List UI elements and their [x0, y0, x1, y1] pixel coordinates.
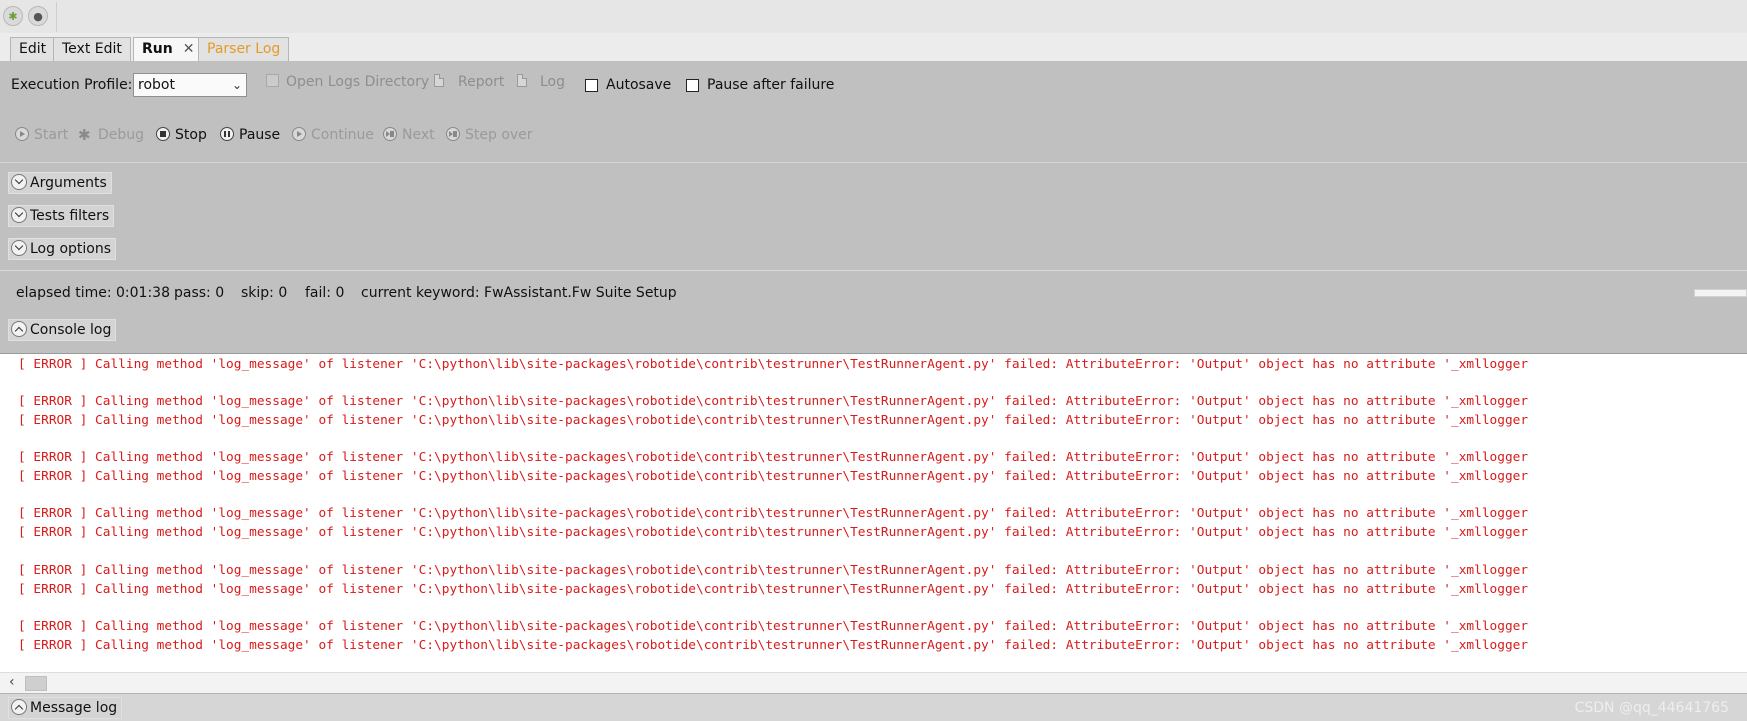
next-label: Next: [402, 127, 435, 143]
tests-filters-label: Tests filters: [30, 208, 110, 224]
pause-label: Pause: [239, 127, 281, 143]
message-log-label: Message log: [30, 700, 118, 716]
expand-chevron-icon: [11, 174, 27, 190]
toolbar-divider: [56, 2, 57, 32]
elapsed-time: elapsed time: 0:01:38: [16, 285, 170, 301]
open-logs-directory-button[interactable]: Open Logs Directory: [286, 73, 429, 91]
tab-text-edit[interactable]: Text Edit: [53, 37, 131, 61]
continue-label: Continue: [311, 127, 374, 143]
horizontal-scrollbar[interactable]: ‹: [0, 672, 1747, 693]
debug-gear-icon: ✱: [78, 126, 91, 144]
log-options-toggle[interactable]: Log options: [8, 238, 117, 260]
skip-count: skip: 0: [241, 285, 288, 301]
tab-run-label: Run: [142, 41, 173, 57]
section-divider: [0, 270, 1747, 271]
pause-after-failure-checkbox[interactable]: [686, 79, 699, 92]
tab-strip: Edit Text Edit Run ✕ Parser Log: [0, 33, 1747, 62]
execution-profile-value: robot: [138, 77, 175, 93]
tab-edit-label: Edit: [19, 41, 47, 57]
console-line: [ ERROR ] Calling method 'log_message' o…: [18, 450, 1529, 465]
log-button[interactable]: Log: [540, 73, 565, 91]
tab-text-edit-label: Text Edit: [62, 41, 122, 57]
console-log-label: Console log: [30, 322, 112, 338]
console-line: [ ERROR ] Calling method 'log_message' o…: [18, 469, 1529, 484]
stop-icon: [156, 127, 170, 141]
console-line: [ ERROR ] Calling method 'log_message' o…: [18, 619, 1529, 634]
tab-parser-log[interactable]: Parser Log: [198, 37, 290, 61]
log-options-label: Log options: [30, 241, 112, 257]
tab-run[interactable]: Run ✕: [133, 37, 204, 62]
top-toolbar: ✱ ●: [0, 0, 1747, 34]
autosave-label: Autosave: [606, 77, 672, 93]
fail-count: fail: 0: [305, 285, 345, 301]
execution-profile-row: Execution Profile: robot ⌄ Open Logs Dir…: [0, 61, 1747, 109]
step-over-button[interactable]: Step over: [446, 126, 533, 144]
tests-filters-toggle[interactable]: Tests filters: [8, 205, 115, 227]
pause-icon: [220, 127, 234, 141]
report-button[interactable]: Report: [458, 73, 504, 91]
arguments-label: Arguments: [30, 175, 107, 191]
expand-chevron-icon: [11, 240, 27, 256]
autosave-checkbox[interactable]: [585, 79, 598, 92]
play-icon: [15, 127, 29, 141]
message-log-bar: Message log CSDN @qq_44641765: [0, 693, 1747, 721]
start-button[interactable]: Start: [15, 126, 68, 144]
console-line: [ ERROR ] Calling method 'log_message' o…: [18, 506, 1529, 521]
console-line: [ ERROR ] Calling method 'log_message' o…: [18, 525, 1529, 540]
next-button[interactable]: Next: [383, 126, 435, 144]
close-window-icon[interactable]: ●: [28, 6, 48, 26]
console-log-toggle[interactable]: Console log: [8, 319, 117, 341]
step-over-label: Step over: [465, 127, 533, 143]
progress-bar: [1694, 289, 1747, 297]
pass-count: pass: 0: [174, 285, 225, 301]
step-over-icon: [446, 127, 460, 141]
stop-button[interactable]: Stop: [156, 126, 207, 144]
execution-profile-select[interactable]: robot ⌄: [133, 73, 247, 97]
debug-label: Debug: [98, 127, 145, 143]
close-tab-icon[interactable]: ✕: [183, 41, 195, 57]
pause-button[interactable]: Pause: [220, 126, 280, 144]
pause-after-failure-label: Pause after failure: [707, 77, 835, 93]
collapse-chevron-icon: [11, 321, 27, 337]
continue-button[interactable]: Continue: [292, 126, 374, 144]
log-icon: [517, 74, 527, 87]
execution-profile-label: Execution Profile:: [11, 77, 133, 93]
arguments-toggle[interactable]: Arguments: [8, 172, 112, 194]
console-line: [ ERROR ] Calling method 'log_message' o…: [18, 582, 1529, 597]
next-icon: [383, 127, 397, 141]
chevron-down-icon: ⌄: [231, 78, 242, 92]
start-label: Start: [34, 127, 69, 143]
message-log-toggle[interactable]: Message log: [8, 697, 123, 719]
stop-label: Stop: [175, 127, 207, 143]
app-gear-icon[interactable]: ✱: [3, 6, 23, 26]
scroll-left-icon[interactable]: ‹: [9, 674, 15, 690]
run-controls-row: Start ✱ Debug Stop Pause Continue Next St…: [0, 108, 1747, 163]
tab-edit[interactable]: Edit: [10, 37, 56, 61]
console-log-output[interactable]: [ ERROR ] Calling method 'log_message' o…: [0, 353, 1747, 694]
console-line: [ ERROR ] Calling method 'log_message' o…: [18, 638, 1529, 653]
console-line: [ ERROR ] Calling method 'log_message' o…: [18, 413, 1529, 428]
continue-icon: [292, 127, 306, 141]
watermark-text: CSDN @qq_44641765: [1574, 700, 1729, 716]
report-icon: [434, 74, 444, 87]
open-logs-checkbox-icon: [266, 74, 279, 87]
console-line: [ ERROR ] Calling method 'log_message' o…: [18, 394, 1529, 409]
tab-parser-log-label: Parser Log: [207, 41, 281, 57]
collapse-chevron-icon: [11, 699, 27, 715]
debug-button[interactable]: ✱ Debug: [78, 126, 144, 144]
scrollbar-thumb[interactable]: [25, 676, 47, 691]
console-line: [ ERROR ] Calling method 'log_message' o…: [18, 357, 1529, 372]
expand-chevron-icon: [11, 207, 27, 223]
console-line: [ ERROR ] Calling method 'log_message' o…: [18, 563, 1529, 578]
current-keyword: current keyword: FwAssistant.Fw Suite Se…: [361, 285, 677, 301]
